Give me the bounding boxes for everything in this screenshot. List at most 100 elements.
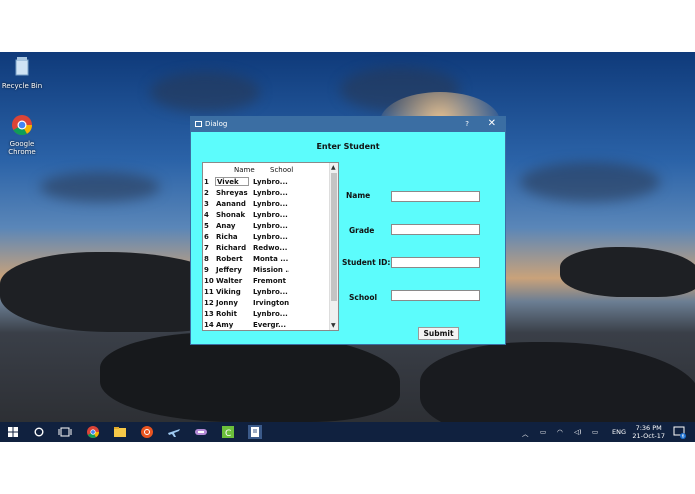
- cell-school[interactable]: Irvington: [253, 299, 289, 307]
- chrome-taskbar-icon[interactable]: [86, 425, 100, 439]
- cell-name[interactable]: Amy: [216, 321, 250, 330]
- task-view-icon[interactable]: [58, 425, 72, 439]
- cell-school[interactable]: Mission ...: [253, 266, 289, 274]
- notification-icon[interactable]: 6: [672, 425, 686, 439]
- cell-school[interactable]: Lynbro...: [253, 211, 289, 219]
- table-row[interactable]: 6 Richa Lynbro...: [203, 232, 331, 243]
- table-row[interactable]: 14 Amy Evergr...: [203, 320, 331, 330]
- row-number: 7: [204, 244, 209, 252]
- row-number: 4: [204, 211, 209, 219]
- student-id-input[interactable]: [391, 257, 480, 268]
- cell-name[interactable]: Robert: [216, 255, 250, 264]
- recycle-bin-icon[interactable]: Recycle Bin: [0, 56, 44, 90]
- recycle-bin-label: Recycle Bin: [1, 82, 43, 90]
- clock-time: 7:36 PM: [635, 424, 662, 432]
- cell-name[interactable]: Richa: [216, 233, 250, 242]
- cell-name[interactable]: Jeffery: [216, 266, 250, 275]
- submit-button[interactable]: Submit: [418, 327, 459, 340]
- cell-name[interactable]: Viking: [216, 288, 250, 297]
- name-input[interactable]: [391, 191, 480, 202]
- clock-date: 21-Oct-17: [632, 432, 665, 440]
- cell-school[interactable]: Lynbro...: [253, 310, 289, 318]
- volume-icon[interactable]: ◁): [574, 428, 582, 436]
- cell-name[interactable]: Richard: [216, 244, 250, 253]
- student-id-label: Student ID:: [342, 258, 391, 267]
- table-row[interactable]: 10 Walter Fremont: [203, 276, 331, 287]
- airplane-icon[interactable]: [167, 425, 181, 439]
- cell-school[interactable]: Lynbro...: [253, 178, 289, 186]
- row-number: 10: [204, 277, 214, 285]
- taskbar: C ︿ ▭ ◠ ◁) ▭ ENG 7:36 PM 21-Oct-17 6: [0, 422, 695, 442]
- table-row[interactable]: 4 Shonak Lynbro...: [203, 210, 331, 221]
- cell-name[interactable]: Shreyas: [216, 189, 250, 198]
- help-button[interactable]: ?: [465, 120, 469, 128]
- media-icon[interactable]: [194, 425, 208, 439]
- search-icon[interactable]: [32, 425, 46, 439]
- students-table[interactable]: Name School 1 Vivek Lynbro... 2 Shreyas Lynbr…: [202, 162, 339, 331]
- dialog-title: Dialog: [205, 120, 228, 128]
- cell-school[interactable]: Lynbro...: [253, 233, 289, 241]
- row-number: 8: [204, 255, 209, 263]
- table-row[interactable]: 9 JefferyMission ...: [203, 265, 331, 276]
- language-indicator[interactable]: ENG: [612, 428, 626, 436]
- cell-name[interactable]: Aanand: [216, 200, 250, 209]
- cell-school[interactable]: Lynbro...: [253, 189, 289, 197]
- wifi-icon[interactable]: ◠: [557, 428, 563, 436]
- cell-school[interactable]: Evergr...: [253, 321, 289, 329]
- table-row[interactable]: 5 Anay Lynbro...: [203, 221, 331, 232]
- table-row[interactable]: 11 Viking Lynbro...: [203, 287, 331, 298]
- cell-name[interactable]: Anay: [216, 222, 250, 231]
- row-number: 9: [204, 266, 209, 274]
- row-number: 11: [204, 288, 214, 296]
- cell-school[interactable]: Lynbro...: [253, 222, 289, 230]
- grade-input[interactable]: [391, 224, 480, 235]
- notepad-icon[interactable]: [248, 425, 262, 439]
- scroll-up-icon[interactable]: ▲: [331, 164, 336, 171]
- table-row[interactable]: 3 Aanand Lynbro...: [203, 199, 331, 210]
- school-input[interactable]: [391, 290, 480, 301]
- dialog-titlebar[interactable]: Dialog ? ✕: [191, 117, 505, 132]
- cell-school[interactable]: Monta ...: [253, 255, 289, 263]
- ubuntu-icon[interactable]: [140, 425, 154, 439]
- start-icon[interactable]: [6, 425, 20, 439]
- clock[interactable]: 7:36 PM 21-Oct-17: [632, 424, 665, 440]
- row-number: 12: [204, 299, 214, 307]
- table-row[interactable]: 13 Rohit Lynbro...: [203, 309, 331, 320]
- cell-school[interactable]: Fremont: [253, 277, 289, 285]
- notification-count: 6: [682, 434, 685, 439]
- table-row[interactable]: 12 Jonny Irvington: [203, 298, 331, 309]
- close-button[interactable]: ✕: [488, 118, 496, 129]
- battery-icon[interactable]: ▭: [540, 428, 546, 436]
- grade-label: Grade: [349, 226, 375, 235]
- column-header-school[interactable]: School: [270, 166, 293, 174]
- keyboard-icon[interactable]: ▭: [592, 428, 598, 436]
- cell-name[interactable]: Rohit: [216, 310, 250, 319]
- scroll-down-icon[interactable]: ▼: [331, 322, 336, 329]
- chevron-up-icon[interactable]: ︿: [522, 428, 529, 438]
- dialog-heading: Enter Student: [316, 142, 380, 151]
- scrollbar-thumb[interactable]: [331, 173, 337, 301]
- cell-school[interactable]: Redwo...: [253, 244, 289, 252]
- svg-text:C: C: [225, 429, 231, 439]
- recycle-bin-glyph-icon: [15, 57, 29, 76]
- row-number: 5: [204, 222, 209, 230]
- school-label: School: [349, 293, 378, 302]
- table-scrollbar[interactable]: ▲ ▼: [329, 163, 338, 330]
- cell-name[interactable]: Vivek: [215, 177, 249, 186]
- file-explorer-icon[interactable]: [113, 425, 127, 439]
- cell-name[interactable]: Jonny: [216, 299, 250, 308]
- camtasia-icon[interactable]: C: [221, 425, 235, 439]
- cell-school[interactable]: Lynbro...: [253, 288, 289, 296]
- table-row[interactable]: 8 Robert Monta ...: [203, 254, 331, 265]
- table-row[interactable]: 7 Richard Redwo...: [203, 243, 331, 254]
- window-icon: [195, 121, 202, 127]
- google-chrome-desktop-icon[interactable]: Google Chrome: [0, 114, 44, 156]
- row-number: 1: [204, 178, 209, 186]
- column-header-name[interactable]: Name: [234, 166, 255, 174]
- cell-name[interactable]: Shonak: [216, 211, 250, 220]
- table-row[interactable]: 1 Vivek Lynbro...: [203, 177, 331, 188]
- cell-name[interactable]: Walter: [216, 277, 250, 286]
- enter-student-dialog: Dialog ? ✕ Enter Student Name School 1 Vi…: [190, 116, 506, 345]
- cell-school[interactable]: Lynbro...: [253, 200, 289, 208]
- table-row[interactable]: 2 Shreyas Lynbro...: [203, 188, 331, 199]
